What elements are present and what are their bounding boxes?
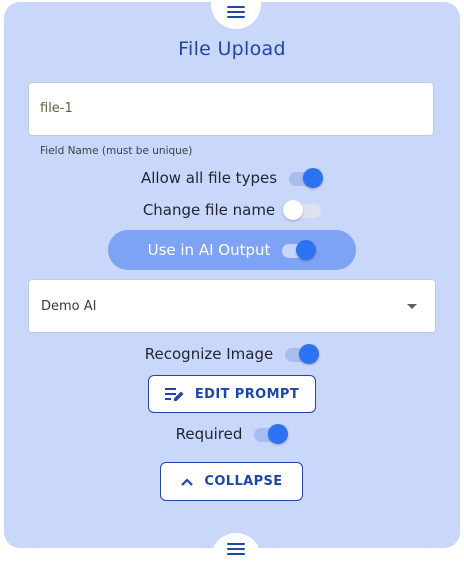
drag-handle-bottom[interactable] xyxy=(211,533,261,583)
ai-model-select[interactable]: Demo AI xyxy=(28,279,436,333)
allow-all-file-types-toggle[interactable] xyxy=(285,168,324,188)
recognize-image-row: Recognize Image xyxy=(0,343,464,365)
use-in-ai-output-label: Use in AI Output xyxy=(147,241,271,259)
edit-note-icon xyxy=(164,386,185,402)
change-file-name-toggle[interactable] xyxy=(283,200,322,220)
allow-all-file-types-row: Allow all file types xyxy=(0,167,464,189)
allow-all-file-types-label: Allow all file types xyxy=(140,169,278,187)
collapse-button[interactable]: COLLAPSE xyxy=(160,462,303,501)
menu-icon xyxy=(227,6,245,18)
change-file-name-row: Change file name xyxy=(0,199,464,221)
collapse-label: COLLAPSE xyxy=(204,474,283,489)
chevron-up-icon xyxy=(180,477,194,487)
change-file-name-label: Change file name xyxy=(142,201,276,219)
use-in-ai-output-toggle[interactable] xyxy=(278,240,317,260)
required-toggle[interactable] xyxy=(250,424,289,444)
recognize-image-label: Recognize Image xyxy=(144,345,274,363)
menu-icon xyxy=(227,543,245,555)
field-name-input-box[interactable] xyxy=(28,82,434,136)
required-label: Required xyxy=(175,425,243,443)
edit-prompt-button[interactable]: EDIT PROMPT xyxy=(148,375,316,413)
ai-model-select-value: Demo AI xyxy=(41,299,97,314)
field-name-helper: Field Name (must be unique) xyxy=(40,145,193,157)
card-title: File Upload xyxy=(178,38,286,60)
required-row: Required xyxy=(0,423,464,445)
drag-handle-top[interactable] xyxy=(211,0,261,29)
recognize-image-toggle[interactable] xyxy=(281,344,320,364)
use-in-ai-output-pill[interactable]: Use in AI Output xyxy=(108,230,356,270)
caret-down-icon xyxy=(407,304,417,309)
edit-prompt-label: EDIT PROMPT xyxy=(194,386,300,402)
field-name-input[interactable] xyxy=(40,101,420,116)
